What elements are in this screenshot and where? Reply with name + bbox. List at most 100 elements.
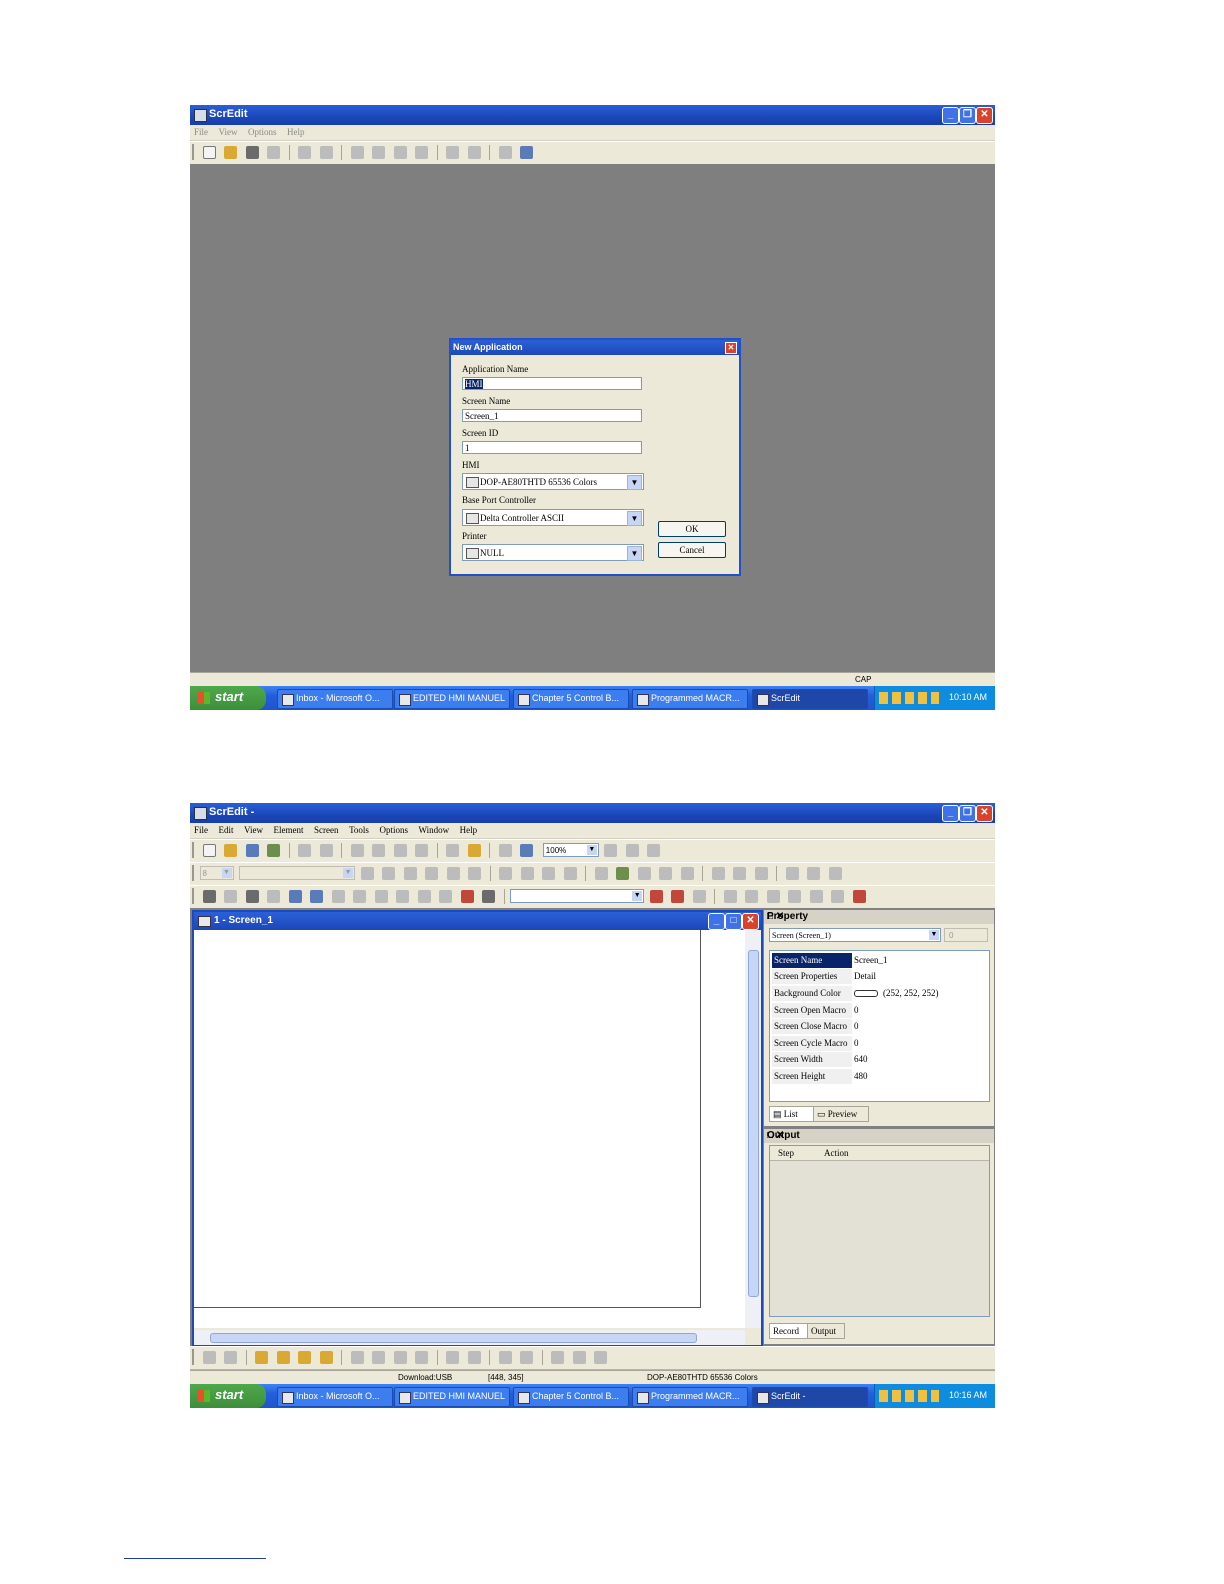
menu-options[interactable]: Options (244, 125, 281, 137)
underline-icon[interactable] (563, 867, 577, 880)
object-select[interactable]: Screen (Screen_1) ▼ (769, 928, 941, 942)
paste-icon[interactable] (393, 146, 407, 159)
minimize-button[interactable]: _ (942, 805, 959, 822)
property-row[interactable]: Screen Height 480 (772, 1069, 987, 1085)
font-size-select[interactable]: 8 ▼ (199, 866, 234, 880)
distribute-icon[interactable] (393, 1351, 407, 1364)
tab-list[interactable]: ▤ List (769, 1106, 815, 1122)
align-right-icon[interactable] (403, 867, 417, 880)
next-screen-icon[interactable] (745, 890, 759, 903)
align-bottom-icon[interactable] (468, 867, 482, 880)
toolbar-grip[interactable] (192, 1349, 194, 1365)
compile-icon[interactable] (692, 890, 706, 903)
chevron-down-icon[interactable]: ▼ (221, 868, 232, 878)
menu-screen[interactable]: Screen (310, 823, 343, 835)
taskbar-item[interactable]: EDITED HMI MANUEL (394, 1387, 510, 1407)
column-action[interactable]: Action (824, 1148, 849, 1158)
menu-help[interactable]: Help (283, 125, 309, 137)
display-element-icon[interactable] (331, 890, 345, 903)
help-icon[interactable] (520, 844, 534, 857)
align-left-icon[interactable] (360, 867, 374, 880)
menu-help[interactable]: Help (456, 823, 482, 835)
redo-icon[interactable] (319, 844, 333, 857)
printer-select[interactable]: NULL ▼ (462, 544, 644, 561)
close-button[interactable]: ✕ (976, 805, 993, 822)
toolbar-grip[interactable] (192, 888, 194, 904)
meter-element-icon[interactable] (224, 890, 238, 903)
chevron-down-icon[interactable]: ▼ (586, 845, 597, 855)
taskbar-item[interactable]: Inbox - Microsoft O... (277, 689, 393, 709)
screen-icon[interactable] (446, 146, 460, 159)
bring-front-icon[interactable] (255, 1351, 269, 1364)
stop-icon[interactable] (852, 890, 866, 903)
menu-view[interactable]: View (215, 125, 242, 137)
tab-output[interactable]: Output (807, 1323, 845, 1339)
open-folder-icon[interactable] (224, 844, 238, 857)
center-icon[interactable] (594, 1351, 608, 1364)
center-icon[interactable] (572, 1351, 586, 1364)
menu-edit[interactable]: Edit (215, 823, 238, 835)
help-icon[interactable] (520, 146, 534, 159)
button-element-icon[interactable] (202, 890, 216, 903)
taskbar-item[interactable]: ScrEdit - (752, 1387, 868, 1407)
calendar-icon[interactable] (766, 890, 780, 903)
align-top-icon[interactable] (425, 867, 439, 880)
spacing-icon[interactable] (520, 1351, 534, 1364)
layout-icon[interactable] (807, 867, 821, 880)
layout-icon[interactable] (754, 867, 768, 880)
new-file-icon[interactable] (202, 844, 216, 857)
distribute-icon[interactable] (350, 1351, 364, 1364)
find-icon[interactable] (415, 146, 429, 159)
line-color-icon[interactable] (594, 867, 608, 880)
indicator-element-icon[interactable] (310, 890, 324, 903)
download-icon[interactable] (809, 890, 823, 903)
menu-file[interactable]: File (190, 125, 212, 137)
same-size-icon[interactable] (467, 1351, 481, 1364)
bold-icon[interactable] (520, 867, 534, 880)
align-middle-icon[interactable] (446, 867, 460, 880)
menu-file[interactable]: File (190, 823, 212, 835)
fill-color-icon[interactable] (616, 867, 630, 880)
taskbar-item[interactable]: ScrEdit (752, 689, 868, 709)
redo-icon[interactable] (319, 146, 333, 159)
start-button[interactable]: start (190, 686, 266, 710)
taskbar-item[interactable]: Chapter 5 Control B... (513, 689, 629, 709)
scroll-thumb[interactable] (210, 1333, 697, 1343)
align-center-icon[interactable] (382, 867, 396, 880)
horizontal-scrollbar[interactable] (194, 1330, 745, 1345)
open-folder-icon[interactable] (224, 146, 238, 159)
copy-icon[interactable] (372, 844, 386, 857)
panel-controls[interactable]: □ ✕ (767, 911, 991, 922)
restore-button[interactable]: ❐ (959, 805, 976, 822)
taskbar-item[interactable]: Inbox - Microsoft O... (277, 1387, 393, 1407)
screen-id-input[interactable]: 1 (462, 441, 642, 454)
font-color-icon[interactable] (499, 867, 513, 880)
hmi-select[interactable]: DOP-AE80THTD 65536 Colors ▼ (462, 473, 644, 490)
distribute-icon[interactable] (415, 1351, 429, 1364)
application-name-input[interactable]: HMI (462, 377, 642, 390)
chevron-down-icon[interactable]: ▼ (632, 891, 643, 901)
scroll-thumb[interactable] (748, 950, 759, 1297)
taskbar-item[interactable]: EDITED HMI MANUEL (394, 689, 510, 709)
align-icon[interactable] (202, 1351, 216, 1364)
vertical-scrollbar[interactable] (745, 930, 761, 1328)
close-button[interactable]: ✕ (976, 107, 993, 124)
send-backward-icon[interactable] (319, 1351, 333, 1364)
alarm-element-icon[interactable] (417, 890, 431, 903)
start-button[interactable]: start (190, 1384, 266, 1408)
pipe-element-icon[interactable] (267, 890, 281, 903)
zoom-reset-icon[interactable] (647, 844, 661, 857)
screen-name-input[interactable]: Screen_1 (462, 409, 642, 422)
picture-element-icon[interactable] (460, 890, 474, 903)
taskbar-item[interactable]: Chapter 5 Control B... (513, 1387, 629, 1407)
input-element-icon[interactable] (353, 890, 367, 903)
mdi-minimize-button[interactable]: _ (708, 913, 725, 930)
font-name-select[interactable]: ▼ (239, 866, 356, 880)
taskbar-item[interactable]: Programmed MACR... (632, 689, 748, 709)
pie-element-icon[interactable] (288, 890, 302, 903)
controller-select[interactable]: Delta Controller ASCII ▼ (462, 509, 644, 526)
download-icon[interactable] (267, 844, 281, 857)
tab-preview[interactable]: ▭ Preview (813, 1106, 869, 1122)
mdi-close-button[interactable]: ✕ (742, 913, 759, 930)
toolbar-grip[interactable] (192, 144, 194, 160)
